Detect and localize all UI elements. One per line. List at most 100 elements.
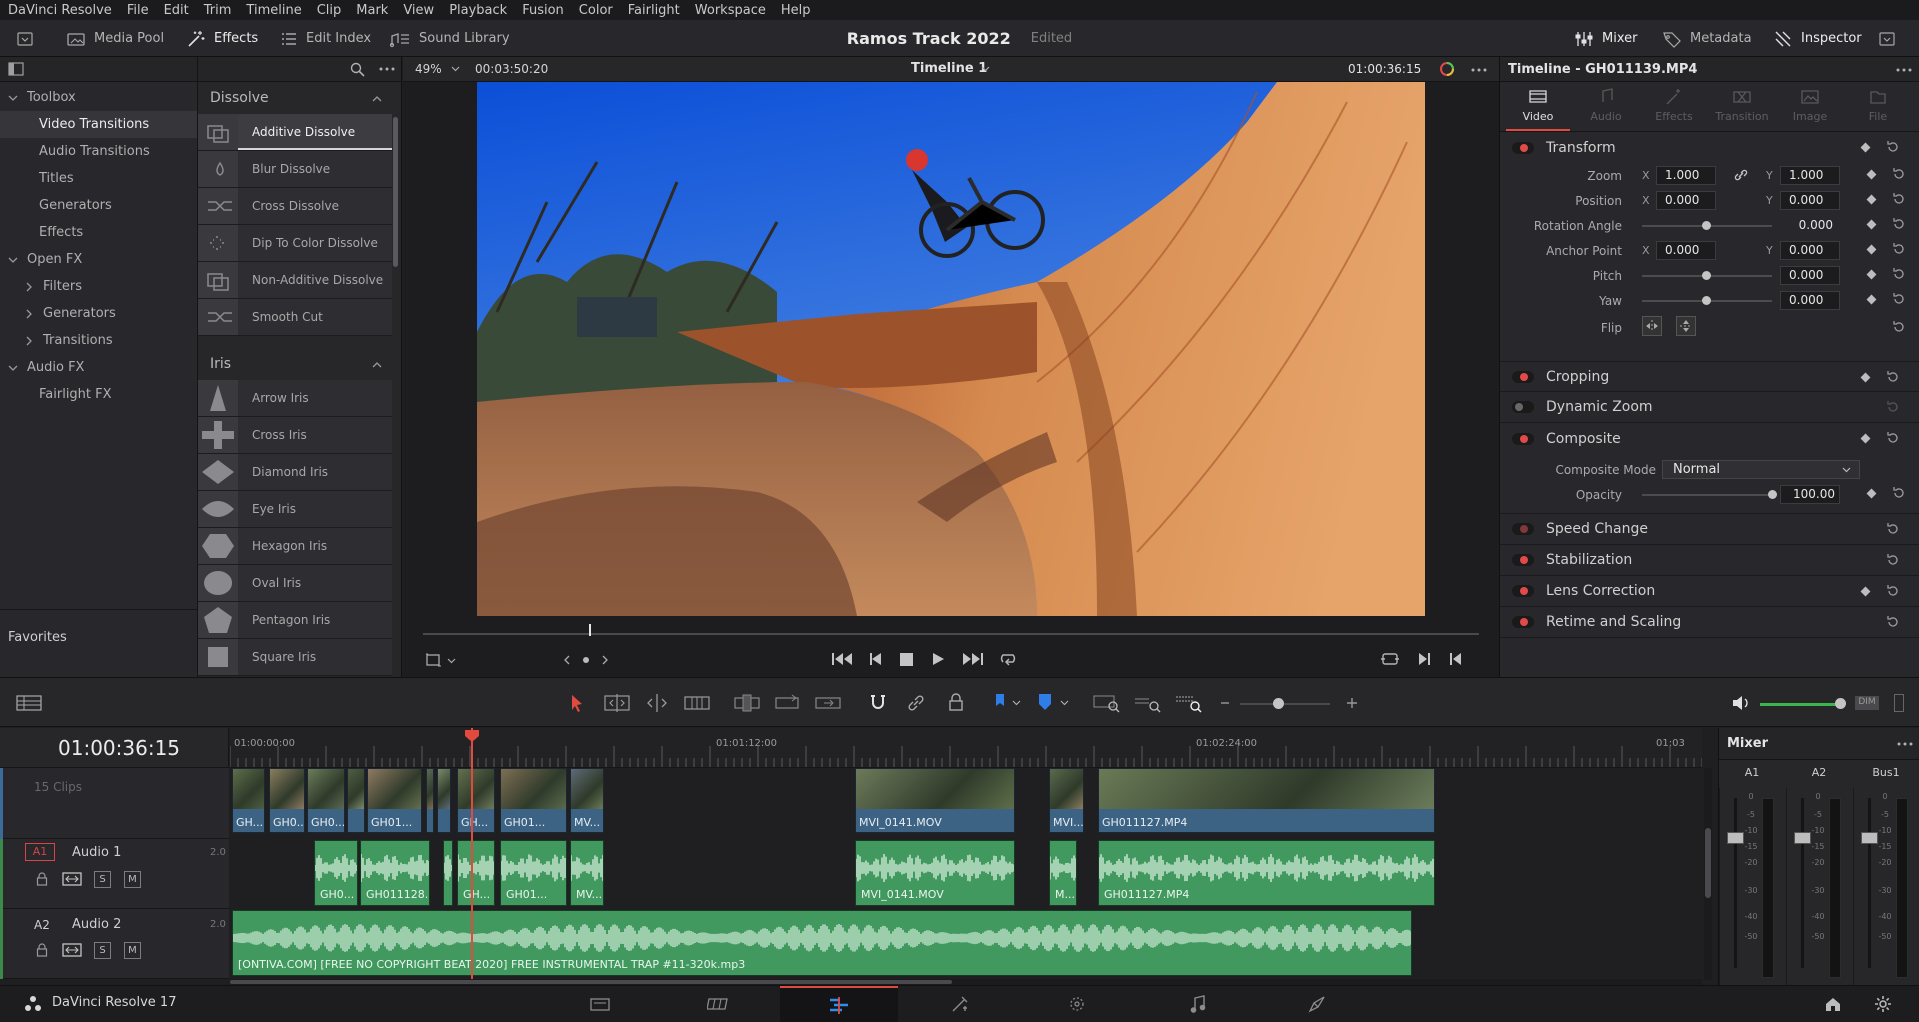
menu-trim[interactable]: Trim [204, 3, 232, 18]
timeline-playhead[interactable] [471, 728, 474, 980]
chevron-down-icon[interactable] [447, 658, 456, 664]
blade-icon[interactable] [684, 695, 710, 711]
audio-clip-music[interactable]: [ONTIVA.COM] [FREE NO COPYRIGHT BEAT 202… [232, 910, 1412, 976]
loop-icon[interactable] [999, 651, 1019, 667]
audio-clip[interactable]: GH... [457, 840, 495, 906]
dynamic-zoom-enable-toggle[interactable] [1512, 401, 1534, 413]
chevron-right-icon[interactable] [24, 282, 34, 292]
menu-workspace[interactable]: Workspace [695, 3, 766, 18]
lens-correction-section-header[interactable]: Lens Correction [1500, 576, 1919, 607]
selection-arrow-icon[interactable] [569, 694, 585, 712]
effect-item-oval-iris[interactable]: Oval Iris [198, 565, 392, 602]
video-clip[interactable]: GH... [232, 768, 265, 833]
master-volume-slider[interactable] [1760, 703, 1840, 706]
reset-icon[interactable] [1886, 370, 1900, 384]
opacity-slider[interactable] [1642, 494, 1772, 496]
video-clip[interactable]: GH01... [500, 768, 567, 833]
master-volume-knob[interactable] [1835, 698, 1846, 709]
overwrite-clip-icon[interactable] [774, 694, 800, 712]
auto-track-select-icon[interactable] [62, 871, 82, 887]
effects-group-iris[interactable]: Iris [198, 348, 392, 380]
chevron-down-icon[interactable] [1012, 700, 1021, 706]
a2-track-id[interactable]: A2 [34, 918, 50, 932]
audio-1-name[interactable]: Audio 1 [72, 845, 121, 860]
playhead-handle-icon[interactable] [465, 730, 480, 742]
chevron-down-icon[interactable] [1060, 700, 1069, 706]
audio-clip[interactable]: M... [1049, 840, 1077, 906]
effect-item-hexagon-iris[interactable]: Hexagon Iris [198, 528, 392, 565]
opacity-slider-knob[interactable] [1768, 490, 1777, 499]
metadata-button[interactable]: Metadata [1662, 20, 1752, 57]
toolbox-item-video-transitions[interactable]: Video Transitions [0, 111, 197, 138]
speaker-icon[interactable] [1731, 694, 1751, 712]
dynamic-zoom-section-header[interactable]: Dynamic Zoom [1500, 392, 1919, 423]
chevron-down-icon[interactable] [981, 66, 990, 72]
effect-item-arrow-iris[interactable]: Arrow Iris [198, 380, 392, 417]
toolbox-item-generators[interactable]: Generators [0, 300, 197, 327]
dynamic-trim-icon[interactable] [644, 694, 670, 712]
stabilization-enable-toggle[interactable] [1512, 554, 1534, 566]
crop-box-icon[interactable] [425, 652, 443, 668]
keyframe-diamond-icon[interactable] [1860, 433, 1871, 444]
audio-clip[interactable] [443, 840, 453, 906]
collapse-right-button[interactable] [1878, 20, 1896, 57]
marker-icon[interactable] [1038, 693, 1052, 711]
menu-mark[interactable]: Mark [356, 3, 388, 18]
sound-library-button[interactable]: Sound Library [389, 20, 510, 57]
toolbox-item-transitions[interactable]: Transitions [0, 327, 197, 354]
audio-clip[interactable]: GH011128... [360, 840, 430, 906]
cut-page-icon[interactable] [707, 996, 731, 1012]
media-page-icon[interactable] [589, 996, 611, 1012]
pitch-field[interactable]: 0.000 [1780, 266, 1840, 285]
video-clip[interactable]: GH0... [307, 768, 345, 833]
audio-clip[interactable]: GH011127.MP4 [1098, 840, 1435, 906]
dim-button[interactable]: DIM [1855, 696, 1879, 710]
effect-item-cross-iris[interactable]: Cross Iris [198, 417, 392, 454]
rotation-value[interactable]: 0.000 [1780, 216, 1840, 235]
snapping-magnet-icon[interactable] [869, 694, 887, 712]
position-lock-icon[interactable] [948, 693, 964, 711]
insert-clip-icon[interactable] [733, 694, 761, 712]
video-clip[interactable] [347, 768, 365, 833]
reset-icon[interactable] [1886, 431, 1900, 445]
deliver-page-icon[interactable] [1308, 995, 1328, 1013]
reset-icon[interactable] [1892, 320, 1906, 334]
horizontal-scroll-thumb[interactable] [230, 980, 952, 984]
timeline-ruler[interactable]: 01:00:00:00 01:01:12:00 01:02:24:00 01:03 [230, 728, 1702, 768]
flip-horizontal-button[interactable] [1642, 316, 1662, 336]
audio-clip[interactable]: MVI_0141.MOV [855, 840, 1015, 906]
stop-icon[interactable] [900, 653, 913, 666]
menu-edit[interactable]: Edit [164, 3, 189, 18]
menu-view[interactable]: View [403, 3, 434, 18]
composite-mode-select[interactable]: Normal [1662, 460, 1860, 479]
video-clip[interactable]: GH01... [367, 768, 422, 833]
effect-item-square-iris[interactable]: Square Iris [198, 639, 392, 676]
toolbox-item-audio-fx[interactable]: Audio FX [0, 354, 197, 381]
next-edit-icon[interactable] [1417, 652, 1431, 666]
edit-index-button[interactable]: Edit Index [280, 20, 371, 57]
transform-section-header[interactable]: Transform [1500, 132, 1919, 163]
audio-clip[interactable]: GH0... [314, 840, 358, 906]
yaw-slider-knob[interactable] [1702, 296, 1711, 305]
audio-2-name[interactable]: Audio 2 [72, 917, 121, 932]
effect-item-pentagon-iris[interactable]: Pentagon Iris [198, 602, 392, 639]
toolbox-item-open-fx[interactable]: Open FX [0, 246, 197, 273]
stabilization-section-header[interactable]: Stabilization [1500, 545, 1919, 576]
favorites-label[interactable]: Favorites [0, 610, 198, 645]
cropping-section-header[interactable]: Cropping [1500, 361, 1919, 392]
reset-icon[interactable] [1886, 140, 1900, 154]
chevron-down-icon[interactable] [451, 66, 460, 72]
flip-vertical-button[interactable] [1676, 316, 1696, 336]
go-to-end-icon[interactable] [961, 651, 985, 667]
linked-selection-icon[interactable] [907, 694, 925, 712]
reset-icon[interactable] [1892, 486, 1906, 500]
chevron-right-icon[interactable] [24, 309, 34, 319]
toolbox-item-effects[interactable]: Effects [0, 219, 197, 246]
reset-icon[interactable] [1886, 522, 1900, 536]
effects-button[interactable]: Effects [186, 20, 258, 57]
retime-scaling-section-header[interactable]: Retime and Scaling [1500, 607, 1919, 638]
keyframe-diamond-icon[interactable] [1866, 294, 1877, 305]
reset-icon[interactable] [1886, 553, 1900, 567]
position-x-field[interactable]: 0.000 [1656, 191, 1716, 210]
fader-track[interactable] [1868, 798, 1871, 968]
